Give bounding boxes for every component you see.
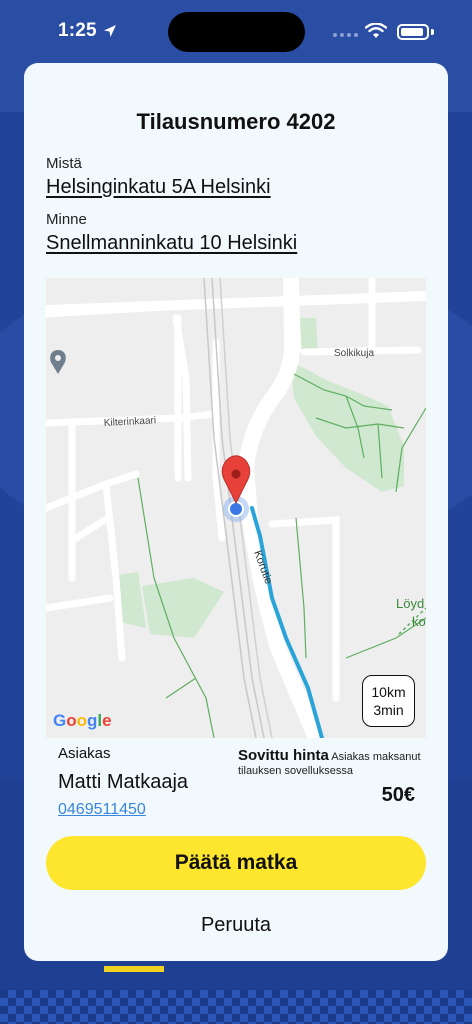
customer-name: Matti Matkaaja: [58, 771, 189, 793]
poi-label-1: Löyd: [396, 596, 424, 611]
price-label: Sovittu hinta: [238, 747, 329, 764]
street-label-kilterinkaari: Kilterinkaari: [104, 415, 157, 429]
background-checker-pattern: [0, 990, 472, 1024]
price-value: 50€: [381, 784, 415, 806]
battery-nub: [431, 29, 434, 35]
status-bar: 1:25: [0, 0, 472, 62]
dynamic-island: [168, 12, 305, 52]
wifi-icon: [365, 23, 387, 38]
cancel-button[interactable]: Peruuta: [46, 905, 426, 945]
street-label-solkikuja: Solkikuja: [334, 348, 374, 359]
eta-distance: 10km: [371, 684, 406, 700]
poi-label-2: ko: [412, 614, 426, 629]
customer-phone-link[interactable]: 0469511450: [58, 801, 146, 819]
order-title: Tilausnumero 4202: [136, 109, 336, 134]
eta-badge: 10km 3min: [362, 675, 415, 727]
battery-icon: [397, 24, 429, 40]
map-canvas: Solkikuja Kilterinkaari Korutie Löyd ko …: [46, 278, 426, 738]
eta-time: 3min: [373, 702, 404, 718]
location-arrow-icon: [104, 25, 116, 37]
customer-label: Asiakas: [58, 745, 111, 762]
place-marker-icon: [50, 350, 66, 374]
route-map[interactable]: Solkikuja Kilterinkaari Korutie Löyd ko …: [46, 278, 426, 738]
end-trip-button[interactable]: Päätä matka: [46, 836, 426, 890]
to-address-link[interactable]: Snellmanninkatu 10 Helsinki: [46, 232, 297, 255]
from-label: Mistä: [46, 155, 82, 172]
order-modal: Tilausnumero 4202 Mistä Helsinginkatu 5A…: [24, 63, 448, 961]
price-section: Sovittu hinta Asiakas maksanut tilauksen…: [238, 747, 438, 778]
to-label: Minne: [46, 211, 87, 228]
google-logo: Google: [53, 711, 112, 730]
status-time: 1:25: [58, 20, 97, 41]
background-accent: [104, 966, 164, 972]
signal-dots-icon: [333, 33, 358, 37]
from-address-link[interactable]: Helsinginkatu 5A Helsinki: [46, 176, 271, 199]
